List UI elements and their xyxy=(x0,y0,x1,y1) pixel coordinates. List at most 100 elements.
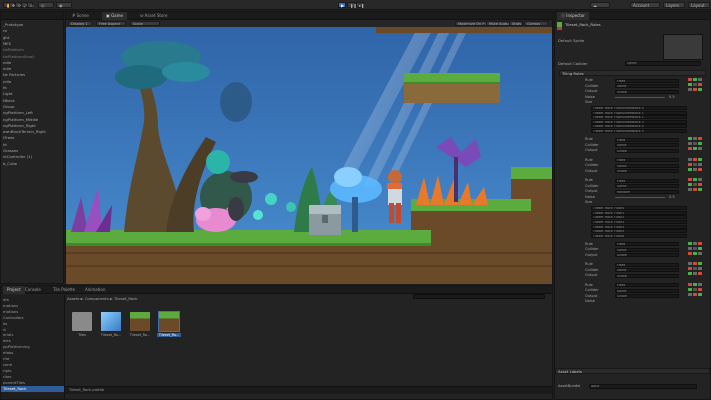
neighbor-rule-cell[interactable] xyxy=(688,167,692,171)
project-search-input[interactable] xyxy=(413,294,545,299)
output-dropdown[interactable]: Single xyxy=(615,89,679,94)
tab-animation[interactable]: Animation xyxy=(81,286,109,294)
neighbor-rule-cell[interactable] xyxy=(698,251,702,255)
neighbor-rule-cell[interactable] xyxy=(688,272,692,276)
neighbor-rule-cell[interactable] xyxy=(698,246,702,250)
hierarchy-item[interactable]: ngPlatform_Left xyxy=(3,110,33,116)
rule-dropdown[interactable]: Fixed xyxy=(615,242,679,247)
pivot-toggle-button[interactable]: ◎ xyxy=(38,2,54,8)
asset-tile[interactable]: Tileset_Ro... xyxy=(130,312,150,340)
neighbor-rule-cell[interactable] xyxy=(688,188,692,192)
neighbor-rule-cell[interactable] xyxy=(698,287,702,291)
hierarchy-item[interactable]: ndle xyxy=(3,60,11,66)
neighbor-rule-cell[interactable] xyxy=(693,292,697,296)
collider-dropdown[interactable]: Sprite xyxy=(615,184,679,189)
neighbor-rule-cell[interactable] xyxy=(688,137,692,141)
hierarchy-item[interactable]: ndle xyxy=(3,66,11,72)
neighbor-rule-cell[interactable] xyxy=(693,262,697,266)
default-sprite-slot[interactable] xyxy=(663,34,703,60)
step-button[interactable]: ▸❚ xyxy=(356,2,364,8)
hierarchy-item[interactable]: ht xyxy=(3,142,7,148)
neighbor-rule-cell[interactable] xyxy=(698,137,702,141)
neighbor-rule-cell[interactable] xyxy=(688,183,692,187)
hierarchy-item[interactable]: b_Cube xyxy=(3,161,17,167)
asset-tile[interactable]: Tileset_Ro... xyxy=(101,312,121,340)
tab-game[interactable]: ▣ Game xyxy=(102,12,127,20)
hierarchy-item[interactable]: ntController (1) xyxy=(3,154,32,160)
noise-value[interactable]: 0.5 xyxy=(669,195,675,200)
neighbor-rule-cell[interactable] xyxy=(688,178,692,182)
neighbor-rule-cell[interactable] xyxy=(693,251,697,255)
neighbor-rule-cell[interactable] xyxy=(693,246,697,250)
neighbor-rule-cell[interactable] xyxy=(693,157,697,161)
neighbor-rule-cell[interactable] xyxy=(693,147,697,151)
hierarchy-item[interactable]: tBlock xyxy=(3,98,15,104)
layers-dropdown[interactable]: Layers xyxy=(663,2,685,8)
rule-dropdown[interactable]: Fixed xyxy=(615,283,679,288)
output-dropdown[interactable]: Single xyxy=(615,253,679,258)
play-button[interactable]: ▶ xyxy=(338,2,346,8)
neighbor-rule-cell[interactable] xyxy=(693,78,697,81)
breadcrumb[interactable]: Assets ► Components ► Tileset_Rock xyxy=(67,296,137,301)
output-dropdown[interactable]: Single xyxy=(615,148,679,153)
neighbor-rule-cell[interactable] xyxy=(698,178,702,182)
neighbor-rule-cell[interactable] xyxy=(693,162,697,166)
mute-audio-toggle[interactable]: Mute Audio xyxy=(486,21,509,26)
neighbor-rule-cell[interactable] xyxy=(693,282,697,286)
layout-dropdown[interactable]: Layout xyxy=(688,2,710,8)
neighbor-rule-cell[interactable] xyxy=(688,262,692,266)
neighbor-rule-cell[interactable] xyxy=(698,78,702,81)
rule-dropdown[interactable]: Fixed xyxy=(615,137,679,142)
hierarchy-item[interactable]: ra xyxy=(3,28,7,34)
hierarchy-item[interactable]: ngPlatform_Right xyxy=(3,123,36,129)
hierarchy-item[interactable]: ndle xyxy=(3,79,11,85)
neighbor-rule-cell[interactable] xyxy=(688,157,692,161)
hierarchy-item[interactable]: tlePlatform xyxy=(3,47,24,53)
hierarchy-item[interactable]: tle Particles xyxy=(3,72,25,78)
neighbor-rule-cell[interactable] xyxy=(698,157,702,161)
collider-dropdown[interactable]: Sprite xyxy=(615,247,679,252)
rule-dropdown[interactable]: Fixed xyxy=(615,158,679,163)
tab-asset-store[interactable]: ⛁ Asset Store xyxy=(136,12,171,20)
neighbor-rule-cell[interactable] xyxy=(698,147,702,151)
assetbundle-dropdown[interactable]: None xyxy=(589,384,697,389)
output-dropdown[interactable]: Random xyxy=(615,189,679,194)
neighbor-rule-cell[interactable] xyxy=(693,83,697,86)
tab-console[interactable]: Console xyxy=(21,286,45,294)
collider-dropdown[interactable]: Sprite xyxy=(615,84,679,88)
neighbor-rule-cell[interactable] xyxy=(693,88,697,91)
hierarchy-item[interactable]: MES xyxy=(3,41,11,47)
global-toggle-button[interactable]: ◉ xyxy=(56,2,72,8)
output-dropdown[interactable]: Single xyxy=(615,273,679,278)
default-collider-dropdown[interactable]: Sprite xyxy=(625,61,701,66)
noise-slider[interactable] xyxy=(615,96,665,98)
hierarchy-item[interactable]: ht xyxy=(3,85,7,91)
scale-slider[interactable]: Scale xyxy=(130,21,160,26)
project-tree-item[interactable]: Tileset_Rock xyxy=(1,385,64,392)
neighbor-rule-cell[interactable] xyxy=(688,142,692,146)
neighbor-rule-cell[interactable] xyxy=(693,188,697,192)
hierarchy-item[interactable]: Group xyxy=(3,104,15,110)
neighbor-rule-cell[interactable] xyxy=(693,272,697,276)
asset-tile[interactable]: Tiles xyxy=(72,312,92,340)
neighbor-rule-cell[interactable] xyxy=(698,272,702,276)
neighbor-rule-cell[interactable] xyxy=(688,292,692,296)
neighbor-rule-cell[interactable] xyxy=(688,246,692,250)
neighbor-rule-cell[interactable] xyxy=(698,292,702,296)
neighbor-rule-cell[interactable] xyxy=(693,167,697,171)
aspect-dropdown[interactable]: Free Aspect xyxy=(96,21,126,26)
sprite-object-field[interactable]: Tileset_Rock_FloorSingleBlock 5 xyxy=(591,129,687,133)
pause-button[interactable]: ❚❚ xyxy=(347,2,357,8)
hierarchy-item[interactable]: tTrees xyxy=(3,135,14,141)
hierarchy-item[interactable]: Grasses xyxy=(3,148,18,154)
tab-tile-palette[interactable]: Tile Palette xyxy=(49,286,79,294)
neighbor-rule-cell[interactable] xyxy=(698,262,702,266)
hierarchy-item[interactable]: ownBlockTerrain_Right xyxy=(3,129,46,135)
hierarchy-item[interactable]: ght xyxy=(3,35,9,41)
collider-dropdown[interactable]: Sprite xyxy=(615,288,679,293)
neighbor-rule-cell[interactable] xyxy=(698,267,702,271)
stats-toggle[interactable]: Stats xyxy=(509,21,523,26)
neighbor-rule-cell[interactable] xyxy=(688,241,692,245)
rule-dropdown[interactable]: Fixed xyxy=(615,178,679,183)
rule-dropdown[interactable]: Fixed xyxy=(615,262,679,267)
